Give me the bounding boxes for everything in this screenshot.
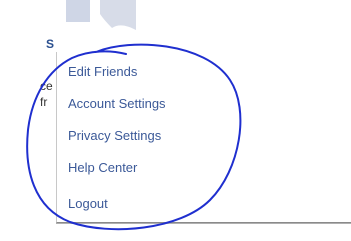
profile-picture-fragment (66, 0, 136, 30)
background-text-fragment: ce (40, 79, 53, 93)
menu-item-logout[interactable]: Logout (68, 192, 108, 216)
menu-item-edit-friends[interactable]: Edit Friends (68, 60, 137, 84)
background-text-fragment: fr (40, 95, 48, 109)
menu-item-account-settings[interactable]: Account Settings (68, 92, 166, 116)
menu-item-privacy-settings[interactable]: Privacy Settings (68, 124, 161, 148)
account-dropdown-menu: Edit Friends Account Settings Privacy Se… (56, 52, 351, 223)
menu-item-help-center[interactable]: Help Center (68, 156, 137, 180)
background-text-fragment: S (46, 37, 55, 51)
